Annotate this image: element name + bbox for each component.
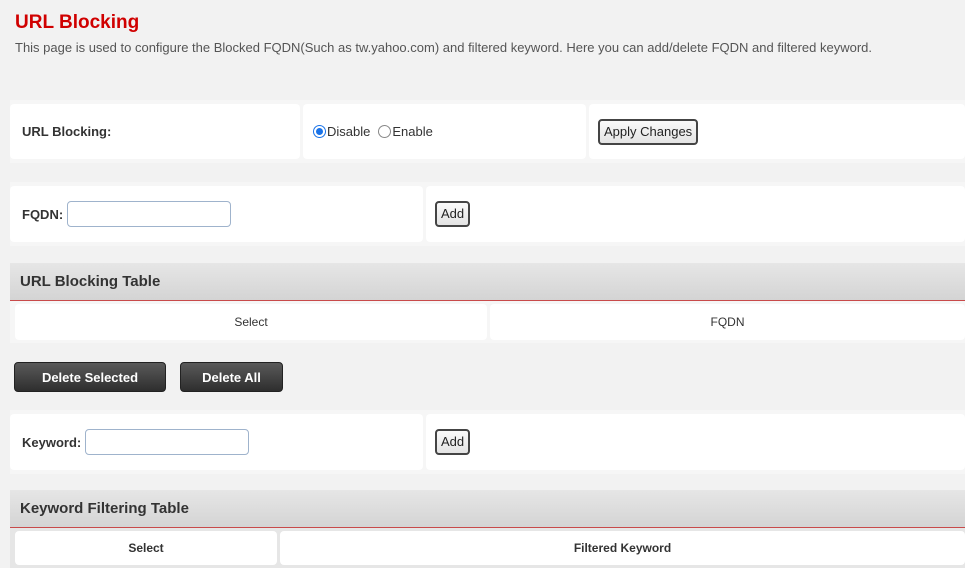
url-blocking-radio-cell: Disable Enable (303, 104, 586, 159)
fqdn-label: FQDN: (22, 206, 64, 222)
apply-changes-button[interactable]: Apply Changes (598, 118, 699, 145)
delete-selected-button[interactable]: Delete Selected (14, 362, 166, 392)
url-blocking-row: URL Blocking: Disable Enable Apply Chang… (10, 100, 965, 163)
fqdn-add-button[interactable]: Add (435, 201, 471, 227)
keyword-input-cell: Keyword: (10, 414, 423, 470)
keyword-row: Keyword: Add (10, 410, 965, 474)
disable-radio[interactable] (313, 125, 326, 138)
url-table-col-fqdn: FQDN (490, 304, 965, 340)
url-blocking-table-header: URL Blocking Table (10, 263, 965, 301)
fqdn-input[interactable] (67, 201, 232, 227)
fqdn-input-cell: FQDN: (10, 186, 423, 242)
page-title: URL Blocking (15, 12, 140, 33)
keyword-filtering-table-columns: Select Filtered Keyword (10, 528, 965, 568)
keyword-table-col-filtered-keyword: Filtered Keyword (280, 531, 965, 565)
enable-radio-label[interactable]: Enable (392, 124, 432, 139)
url-blocking-table-columns: Select FQDN (10, 301, 965, 343)
url-blocking-apply-cell: Apply Changes (589, 104, 965, 159)
url-blocking-label-cell: URL Blocking: (10, 104, 300, 159)
keyword-table-col-select: Select (15, 531, 277, 565)
keyword-label: Keyword: (22, 434, 82, 450)
keyword-add-button[interactable]: Add (435, 429, 471, 455)
keyword-add-cell: Add (426, 414, 965, 470)
enable-radio[interactable] (378, 125, 392, 138)
url-blocking-table-title: URL Blocking Table (20, 273, 161, 290)
disable-radio-label[interactable]: Disable (327, 124, 370, 139)
fqdn-row: FQDN: Add (10, 182, 965, 246)
url-blocking-label: URL Blocking: (22, 124, 112, 139)
url-table-col-select: Select (15, 304, 487, 340)
keyword-filtering-table-title: Keyword Filtering Table (20, 500, 189, 517)
fqdn-add-cell: Add (426, 186, 965, 242)
keyword-filtering-table-header: Keyword Filtering Table (10, 490, 965, 528)
page-description: This page is used to configure the Block… (15, 40, 872, 55)
delete-all-button[interactable]: Delete All (180, 362, 283, 392)
keyword-input[interactable] (85, 429, 250, 455)
